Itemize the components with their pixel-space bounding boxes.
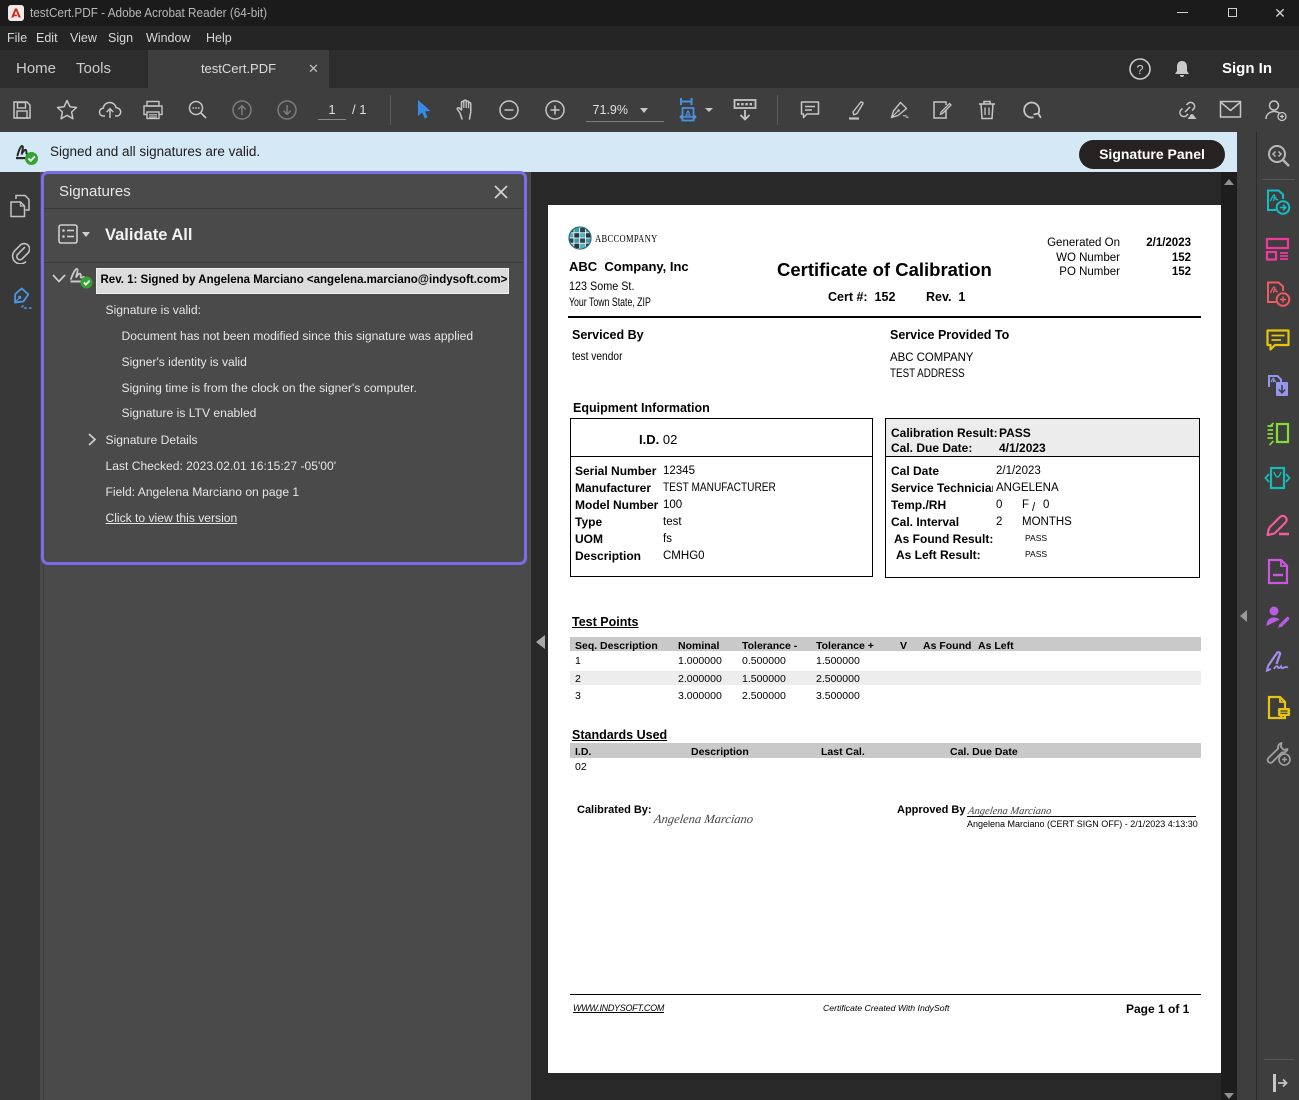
svg-text:?: ? bbox=[1136, 62, 1143, 77]
